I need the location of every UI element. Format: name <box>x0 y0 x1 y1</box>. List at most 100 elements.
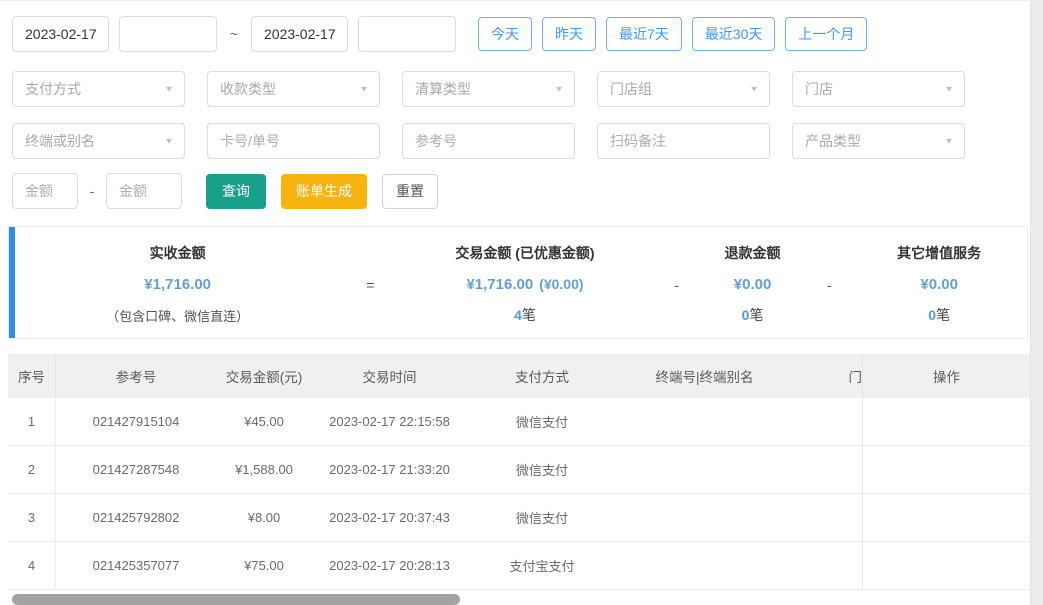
chevron-down-icon: ▼ <box>944 84 954 94</box>
table-header-row: 序号 参考号 交易金额(元) 交易时间 支付方式 终端号|终端别名 门店 <box>8 354 862 398</box>
cell-index: 4 <box>8 542 56 589</box>
amount-action-row: - 查询 账单生成 重置 <box>12 173 1043 209</box>
table-scroll-area: 序号 参考号 交易金额(元) 交易时间 支付方式 终端号|终端别名 门店 1 0… <box>8 354 862 605</box>
select-placeholder: 门店组 <box>610 81 652 97</box>
minus-operator: - <box>674 277 680 293</box>
cell-actions <box>863 542 1030 590</box>
select-placeholder: 清算类型 <box>415 81 471 97</box>
col-header-method: 支付方式 <box>515 370 569 385</box>
cell-actions <box>863 446 1030 494</box>
qrcode-remark-input[interactable] <box>597 123 770 159</box>
search-button[interactable]: 查询 <box>206 173 266 209</box>
refund-count-number: 0 <box>741 307 750 323</box>
date-range-separator: ~ <box>229 26 239 42</box>
quick-lastmonth-button[interactable]: 上一个月 <box>785 17 868 51</box>
horizontal-scrollbar-thumb[interactable] <box>12 594 460 605</box>
quick-last30days-button[interactable]: 最近30天 <box>691 17 776 51</box>
chevron-down-icon: ▼ <box>359 84 369 94</box>
table-row[interactable]: 1 021427915104 ¥45.00 2023-02-17 22:15:5… <box>8 398 862 446</box>
transaction-count: 4 笔 <box>514 300 536 330</box>
transaction-discount: (¥0.00) <box>539 276 584 292</box>
cell-amount: ¥8.00 <box>247 510 281 525</box>
amount-min-input[interactable] <box>12 173 78 209</box>
cell-reference: 021425357077 <box>92 558 180 573</box>
quick-last7days-button[interactable]: 最近7天 <box>606 17 682 51</box>
horizontal-scrollbar[interactable] <box>8 593 1030 605</box>
other-services-count: 0 笔 <box>928 300 950 330</box>
amount-max-input[interactable] <box>106 173 182 209</box>
table-row[interactable]: 2 021427287548 ¥1,588.00 2023-02-17 21:3… <box>8 446 862 494</box>
refund-count: 0 笔 <box>742 300 764 330</box>
cell-time: 2023-02-17 21:33:20 <box>329 462 450 477</box>
table-row[interactable]: 3 021425792802 ¥8.00 2023-02-17 20:37:43… <box>8 494 862 542</box>
table-row[interactable]: 4 021425357077 ¥75.00 2023-02-17 20:28:1… <box>8 542 862 590</box>
amount-range-separator: - <box>89 183 95 199</box>
col-header-store: 门店 <box>848 370 863 385</box>
chevron-down-icon: ▼ <box>554 84 564 94</box>
quick-today-button[interactable]: 今天 <box>478 17 532 51</box>
cell-method: 微信支付 <box>515 511 568 526</box>
transaction-count-number: 4 <box>514 307 522 323</box>
reset-button[interactable]: 重置 <box>382 173 438 209</box>
other-services-amount: ¥0.00 <box>920 275 958 293</box>
select-placeholder: 收款类型 <box>220 81 276 97</box>
select-placeholder: 门店 <box>805 81 833 97</box>
transaction-label: 交易金额 (已优惠金额) <box>455 245 595 261</box>
cell-index: 1 <box>8 398 56 445</box>
select-placeholder: 产品类型 <box>805 133 861 149</box>
quick-yesterday-button[interactable]: 昨天 <box>542 17 596 51</box>
cell-index: 3 <box>8 494 56 541</box>
cell-time: 2023-02-17 20:37:43 <box>329 510 450 525</box>
settlement-type-select[interactable]: 清算类型 ▼ <box>402 71 575 107</box>
date-filter-row: ~ 今天 昨天 最近7天 最近30天 上一个月 <box>12 16 1043 52</box>
cell-method: 微信支付 <box>515 463 568 478</box>
terminal-alias-select[interactable]: 终端或别名 ▼ <box>12 123 185 159</box>
cell-reference: 021425792802 <box>92 510 180 525</box>
select-placeholder: 终端或别名 <box>25 133 95 149</box>
cell-actions <box>863 494 1030 542</box>
store-group-select[interactable]: 门店组 ▼ <box>597 71 770 107</box>
col-header-reference: 参考号 <box>115 370 157 385</box>
col-header-terminal: 终端号|终端别名 <box>655 370 754 385</box>
refund-amount: ¥0.00 <box>733 275 772 293</box>
store-select[interactable]: 门店 ▼ <box>792 71 965 107</box>
summary-transaction: 交易金额 (已优惠金额) ¥1,716.00 (¥0.00) 4 笔 <box>394 238 655 338</box>
other-count-number: 0 <box>928 307 937 323</box>
card-number-input[interactable] <box>207 123 380 159</box>
summary-panel: 实收金额 ¥1,716.00 （包含口碑、微信直连） = 交易金额 (已优惠金额… <box>8 226 1028 339</box>
reference-number-input[interactable] <box>402 123 575 159</box>
transactions-table: 序号 参考号 交易金额(元) 交易时间 支付方式 终端号|终端别名 门店 1 0… <box>8 354 1030 605</box>
payment-method-select[interactable]: 支付方式 ▼ <box>12 71 185 107</box>
end-date-input[interactable] <box>251 16 348 52</box>
cell-actions <box>863 398 1030 446</box>
chevron-down-icon: ▼ <box>164 84 174 94</box>
col-header-index: 序号 <box>8 354 56 398</box>
payee-type-select[interactable]: 收款类型 ▼ <box>207 71 380 107</box>
received-label: 实收金额 <box>149 245 206 261</box>
cell-method: 支付宝支付 <box>509 559 575 574</box>
chevron-down-icon: ▼ <box>164 136 174 146</box>
transaction-query-page: ~ 今天 昨天 最近7天 最近30天 上一个月 支付方式 ▼ 收款类型 ▼ 清算… <box>0 1 1043 605</box>
quick-date-buttons: 今天 昨天 最近7天 最近30天 上一个月 <box>478 17 877 51</box>
generate-bill-button[interactable]: 账单生成 <box>281 173 367 209</box>
summary-other-services: 其它增值服务 ¥0.00 0 笔 <box>851 238 1027 338</box>
product-type-select[interactable]: 产品类型 ▼ <box>792 123 965 159</box>
chevron-down-icon: ▼ <box>749 84 759 94</box>
col-header-actions: 操作 <box>863 354 1030 398</box>
minus-operator: - <box>827 277 832 293</box>
start-date-input[interactable] <box>12 16 109 52</box>
input-filter-row: 终端或别名 ▼ 产品类型 ▼ <box>12 123 1043 159</box>
col-header-amount: 交易金额(元) <box>225 370 303 385</box>
summary-received: 实收金额 ¥1,716.00 （包含口碑、微信直连） <box>9 238 346 338</box>
select-placeholder: 支付方式 <box>25 81 81 97</box>
cell-time: 2023-02-17 22:15:58 <box>329 414 450 429</box>
vertical-scrollbar[interactable] <box>1030 1 1043 605</box>
transaction-count-unit: 笔 <box>521 307 536 323</box>
filter-panel: ~ 今天 昨天 最近7天 最近30天 上一个月 支付方式 ▼ 收款类型 ▼ 清算… <box>0 1 1043 209</box>
cell-amount: ¥75.00 <box>244 558 284 573</box>
end-time-input[interactable] <box>358 16 456 52</box>
cell-amount: ¥1,588.00 <box>235 462 293 477</box>
start-time-input[interactable] <box>119 16 217 52</box>
received-note: （包含口碑、微信直连） <box>106 308 250 324</box>
transaction-amount: ¥1,716.00 <box>466 275 534 293</box>
